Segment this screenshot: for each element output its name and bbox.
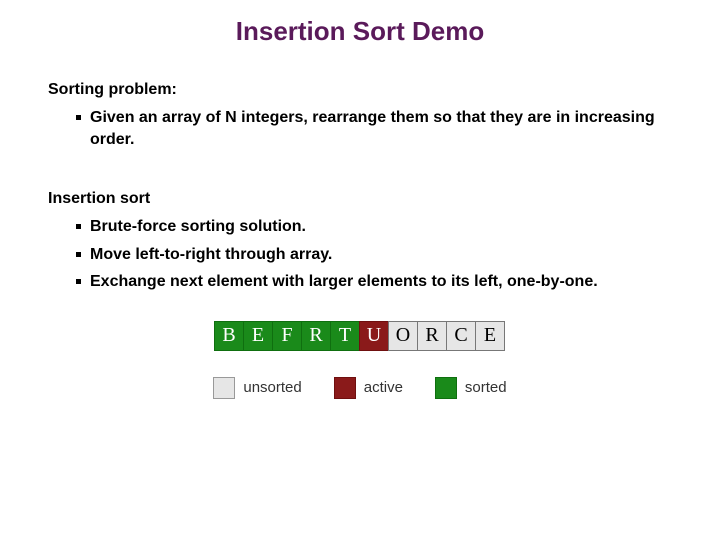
legend-label: sorted (465, 379, 507, 396)
array-cell: R (417, 321, 447, 351)
problem-list: Given an array of N integers, rearrange … (48, 107, 672, 150)
list-item: Exchange next element with larger elemen… (76, 271, 672, 293)
array-cell: T (330, 321, 360, 351)
array-cell: U (359, 321, 389, 351)
array-cell: C (446, 321, 476, 351)
array-cell: E (243, 321, 273, 351)
section-head-insertion: Insertion sort (48, 190, 672, 208)
slide-title: Insertion Sort Demo (0, 0, 720, 55)
legend-sorted: sorted (435, 377, 507, 399)
legend-unsorted: unsorted (213, 377, 301, 399)
array-cell: B (214, 321, 244, 351)
array-cell: O (388, 321, 418, 351)
swatch-active-icon (334, 377, 356, 399)
array-cell: F (272, 321, 302, 351)
array-cell: E (475, 321, 505, 351)
list-item: Move left-to-right through array. (76, 244, 672, 266)
section-head-problem: Sorting problem: (48, 81, 672, 99)
list-item: Brute-force sorting solution. (76, 216, 672, 238)
slide-body: Sorting problem: Given an array of N int… (0, 55, 720, 399)
legend: unsorted active sorted (48, 377, 672, 399)
swatch-sorted-icon (435, 377, 457, 399)
swatch-unsorted-icon (213, 377, 235, 399)
array-cell: R (301, 321, 331, 351)
list-item: Given an array of N integers, rearrange … (76, 107, 672, 150)
legend-label: unsorted (243, 379, 301, 396)
insertion-list: Brute-force sorting solution. Move left-… (48, 216, 672, 293)
legend-active: active (334, 377, 403, 399)
array-visualization: BEFRTUORCE (48, 321, 672, 351)
legend-label: active (364, 379, 403, 396)
